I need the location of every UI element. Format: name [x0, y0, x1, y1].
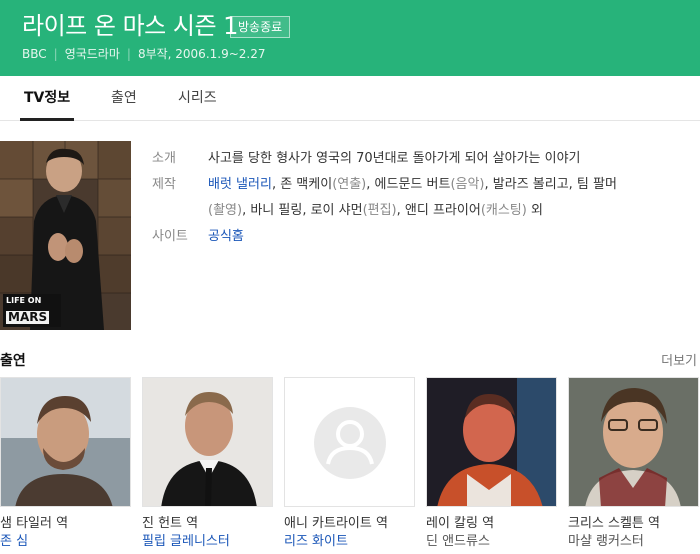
- cast-section-title: 출연: [0, 353, 26, 369]
- tab-series[interactable]: 시리즈: [178, 89, 217, 107]
- official-site-link[interactable]: 공식홈: [208, 224, 244, 250]
- production-row-continued: (촬영), 바니 필링, 로이 샤먼(편집), 앤디 프라이어(캐스팅) 외: [152, 198, 692, 224]
- cast-photo[interactable]: [0, 377, 131, 507]
- production-line-2: (촬영), 바니 필링, 로이 샤먼(편집), 앤디 프라이어(캐스팅) 외: [208, 198, 543, 224]
- intro-row: 소개 사고를 당한 형사가 영국의 70년대로 돌아가게 되어 살아가는 이야기: [152, 146, 692, 172]
- separator: |: [126, 47, 131, 61]
- production-credit: 외: [526, 203, 543, 218]
- more-cast-link[interactable]: 더보기: [661, 350, 697, 369]
- production-line-1: 배럿 낼러리, 존 맥케이(연출), 에드문드 버트(음악), 발라즈 볼리고,…: [208, 172, 617, 198]
- production-credit: , 에드문드 버트: [366, 177, 451, 192]
- genre: 영국드라마: [64, 47, 120, 61]
- production-role: (편집): [362, 203, 397, 218]
- actor-photo: [569, 378, 698, 506]
- production-role: (캐스팅): [480, 203, 527, 218]
- site-row: 사이트 공식홈: [152, 224, 692, 250]
- tab-bar: TV정보 출연 시리즈: [0, 76, 700, 121]
- cast-role: 샘 타일러 역: [0, 516, 69, 531]
- actor-photo: [1, 378, 130, 506]
- cast-actor-link[interactable]: 존 심: [0, 533, 131, 551]
- cast-role: 크리스 스켈튼 역: [568, 516, 660, 531]
- production-credit-link[interactable]: 배럿 낼러리: [208, 177, 272, 192]
- show-poster[interactable]: LIFE ON MARS: [0, 141, 131, 330]
- intro-text: 사고를 당한 형사가 영국의 70년대로 돌아가게 되어 살아가는 이야기: [208, 151, 581, 166]
- cast-role: 레이 칼링 역: [426, 516, 495, 531]
- episodes-dates: 8부작, 2006.1.9~2.27: [137, 47, 266, 61]
- show-meta: BBC | 영국드라마 | 8부작, 2006.1.9~2.27: [22, 46, 266, 62]
- production-role: (연출): [332, 177, 367, 192]
- status-badge: 방송종료: [230, 16, 291, 38]
- cast-actor[interactable]: 딘 앤드류스: [426, 533, 557, 551]
- production-credit: , 바니 필링, 로이 샤먼: [242, 203, 363, 218]
- intro-label: 소개: [152, 151, 176, 166]
- tab-cast[interactable]: 출연: [111, 89, 137, 107]
- production-credit: , 앤디 프라이어: [396, 203, 481, 218]
- production-role: (촬영): [208, 203, 243, 218]
- cast-card[interactable]: 진 헌트 역 필립 글레니스터: [142, 377, 273, 551]
- actor-photo: [427, 378, 556, 506]
- show-header: 라이프 온 마스 시즌 1 방송종료 BBC | 영국드라마 | 8부작, 2006.1…: [0, 0, 700, 76]
- cast-actor[interactable]: 마샬 랭커스터: [568, 533, 699, 551]
- poster-logo-line2: MARS: [6, 310, 50, 324]
- active-tab-indicator: [20, 118, 74, 121]
- show-title[interactable]: 라이프 온 마스 시즌 1: [22, 12, 238, 40]
- default-profile-icon: [285, 378, 414, 506]
- cast-card[interactable]: 샘 타일러 역 존 심: [0, 377, 131, 551]
- show-info: 소개 사고를 당한 형사가 영국의 70년대로 돌아가게 되어 살아가는 이야기…: [152, 146, 692, 250]
- actor-photo: [143, 378, 272, 506]
- cast-role: 진 헌트 역: [142, 516, 199, 531]
- production-row: 제작 배럿 낼러리, 존 맥케이(연출), 에드문드 버트(음악), 발라즈 볼…: [152, 172, 692, 198]
- cast-photo[interactable]: [568, 377, 699, 507]
- production-credit: , 발라즈 볼리고, 팀 팔머: [484, 177, 617, 192]
- cast-actor-link[interactable]: 필립 글레니스터: [142, 533, 273, 551]
- cast-card[interactable]: 레이 칼링 역 딘 앤드류스: [426, 377, 557, 551]
- cast-card[interactable]: 애니 카트라이트 역 리즈 화이트: [284, 377, 415, 551]
- poster-logo: LIFE ON MARS: [3, 294, 61, 327]
- production-credit: , 존 맥케이: [271, 177, 333, 192]
- cast-photo[interactable]: [142, 377, 273, 507]
- cast-role: 애니 카트라이트 역: [284, 516, 388, 531]
- cast-photo-placeholder[interactable]: [284, 377, 415, 507]
- broadcaster: BBC: [22, 47, 47, 61]
- site-label: 사이트: [152, 229, 188, 244]
- cast-photo[interactable]: [426, 377, 557, 507]
- separator: |: [53, 47, 58, 61]
- tab-tv-info[interactable]: TV정보: [24, 89, 70, 107]
- production-label: 제작: [152, 177, 176, 192]
- cast-card[interactable]: 크리스 스켈튼 역 마샬 랭커스터: [568, 377, 699, 551]
- poster-logo-line1: LIFE ON: [6, 296, 42, 305]
- cast-actor-link[interactable]: 리즈 화이트: [284, 533, 415, 551]
- production-role: (음악): [450, 177, 485, 192]
